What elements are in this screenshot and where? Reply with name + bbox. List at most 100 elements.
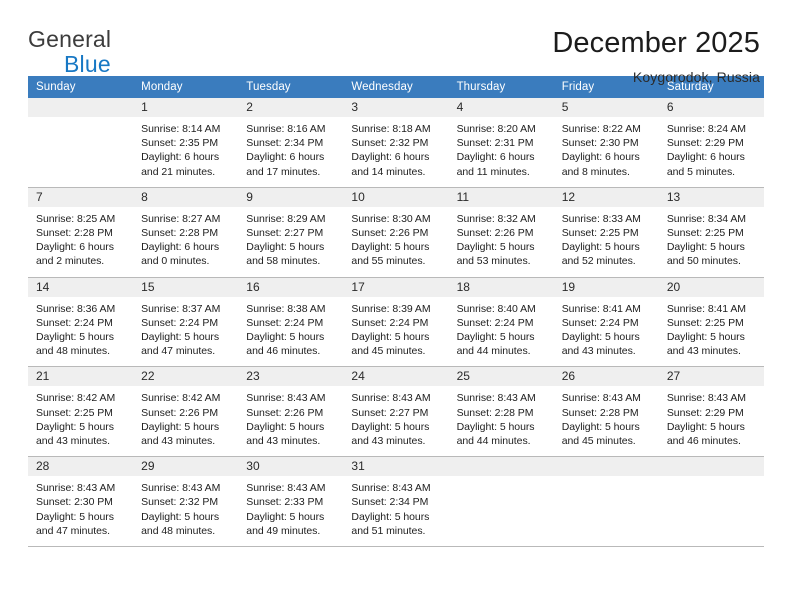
calendar-cell-day[interactable]: 21 Sunrise: 8:42 AM Sunset: 2:25 PM Dayligh…	[28, 366, 134, 458]
day-number: 1	[133, 98, 239, 117]
calendar-cell-day[interactable]: 31 Sunrise: 8:43 AM Sunset: 2:34 PM Dayligh…	[343, 456, 449, 548]
day-details: Sunrise: 8:39 AM Sunset: 2:24 PM Daylight:…	[343, 297, 448, 367]
day-details	[449, 476, 554, 544]
calendar-cell-day[interactable]: 3 Sunrise: 8:18 AM Sunset: 2:32 PM Daylight…	[343, 98, 449, 188]
day-details: Sunrise: 8:25 AM Sunset: 2:28 PM Daylight:…	[28, 207, 133, 277]
daylight-line-1: Daylight: 5 hours	[456, 331, 535, 344]
calendar-cell-day[interactable]: 30 Sunrise: 8:43 AM Sunset: 2:33 PM Dayligh…	[238, 456, 344, 548]
sunset-time: Sunset: 2:26 PM	[246, 406, 324, 419]
sunset-time: Sunset: 2:24 PM	[141, 316, 219, 329]
sunset-time: Sunset: 2:26 PM	[141, 406, 219, 419]
daylight-line-1: Daylight: 5 hours	[246, 241, 325, 254]
daylight-line-2: and 44 minutes.	[456, 345, 531, 358]
daylight-line-2: and 45 minutes.	[351, 345, 426, 358]
calendar-cell-day[interactable]: 23 Sunrise: 8:43 AM Sunset: 2:26 PM Dayligh…	[238, 366, 344, 458]
sunset-time: Sunset: 2:33 PM	[246, 496, 324, 509]
calendar-cell-day[interactable]: 8 Sunrise: 8:27 AM Sunset: 2:28 PM Daylight…	[133, 187, 239, 278]
calendar-cell-day[interactable]: 10 Sunrise: 8:30 AM Sunset: 2:26 PM Dayligh…	[343, 187, 449, 278]
calendar-cell-day[interactable]: 29 Sunrise: 8:43 AM Sunset: 2:32 PM Dayligh…	[133, 456, 239, 548]
day-number: 10	[343, 187, 449, 207]
calendar-cell-day[interactable]: 24 Sunrise: 8:43 AM Sunset: 2:27 PM Dayligh…	[343, 366, 449, 458]
general-blue-logo[interactable]: General Blue	[28, 28, 111, 76]
calendar-cell-day[interactable]: 26 Sunrise: 8:43 AM Sunset: 2:28 PM Dayligh…	[553, 366, 659, 458]
day-number: 18	[448, 277, 554, 297]
day-number: 22	[133, 367, 239, 387]
calendar-cell-day[interactable]: 15 Sunrise: 8:37 AM Sunset: 2:24 PM Dayligh…	[133, 277, 239, 368]
day-number: 28	[28, 457, 134, 477]
calendar-cell-day[interactable]: 2 Sunrise: 8:16 AM Sunset: 2:34 PM Daylight…	[238, 98, 344, 188]
calendar-cell-day[interactable]: 6 Sunrise: 8:24 AM Sunset: 2:29 PM Daylight…	[658, 98, 764, 188]
day-number: 23	[238, 367, 344, 387]
day-details: Sunrise: 8:18 AM Sunset: 2:32 PM Daylight:…	[343, 117, 448, 187]
day-number: 11	[448, 187, 554, 207]
calendar-cell-day[interactable]: 9 Sunrise: 8:29 AM Sunset: 2:27 PM Daylight…	[238, 187, 344, 278]
calendar-cell-day[interactable]: 28 Sunrise: 8:43 AM Sunset: 2:30 PM Dayligh…	[28, 456, 134, 548]
daylight-line-1: Daylight: 5 hours	[141, 420, 220, 433]
calendar-cell-day[interactable]: 13 Sunrise: 8:34 AM Sunset: 2:25 PM Dayligh…	[658, 187, 764, 278]
daylight-line-1: Daylight: 5 hours	[141, 510, 220, 523]
day-details: Sunrise: 8:43 AM Sunset: 2:27 PM Daylight:…	[343, 386, 448, 456]
daylight-line-2: and 47 minutes.	[36, 524, 110, 537]
day-details: Sunrise: 8:27 AM Sunset: 2:28 PM Daylight:…	[133, 207, 238, 277]
day-number: 16	[238, 277, 344, 297]
calendar-cell-day[interactable]: 20 Sunrise: 8:41 AM Sunset: 2:25 PM Dayligh…	[658, 277, 764, 368]
calendar-week-row: 7 Sunrise: 8:25 AM Sunset: 2:28 PM Daylight…	[28, 187, 764, 278]
day-number: 13	[658, 187, 764, 207]
sunrise-time: Sunrise: 8:14 AM	[141, 123, 221, 135]
sunrise-time: Sunrise: 8:43 AM	[666, 392, 747, 405]
daylight-line-2: and 43 minutes.	[36, 435, 110, 448]
sunrise-time: Sunrise: 8:36 AM	[36, 302, 116, 315]
day-number: 27	[658, 367, 764, 387]
sunrise-time: Sunrise: 8:18 AM	[351, 123, 431, 135]
daylight-line-1: Daylight: 5 hours	[36, 510, 114, 523]
calendar-cell-day[interactable]: 7 Sunrise: 8:25 AM Sunset: 2:28 PM Daylight…	[28, 187, 134, 278]
sunset-time: Sunset: 2:32 PM	[351, 137, 429, 150]
sunset-time: Sunset: 2:28 PM	[36, 227, 113, 240]
calendar-cell-day[interactable]: 4 Sunrise: 8:20 AM Sunset: 2:31 PM Daylight…	[448, 98, 554, 188]
weekday-header-tuesday: Tuesday	[238, 76, 344, 98]
day-details: Sunrise: 8:20 AM Sunset: 2:31 PM Daylight:…	[449, 117, 554, 187]
day-number: 7	[28, 187, 134, 207]
calendar-cell-day[interactable]: 16 Sunrise: 8:38 AM Sunset: 2:24 PM Dayligh…	[238, 277, 344, 368]
day-details: Sunrise: 8:43 AM Sunset: 2:26 PM Daylight:…	[238, 386, 343, 456]
sunrise-time: Sunrise: 8:43 AM	[561, 392, 641, 405]
daylight-line-2: and 43 minutes.	[351, 435, 426, 448]
sunset-time: Sunset: 2:24 PM	[561, 316, 639, 329]
day-number: 8	[133, 187, 239, 207]
calendar-cell-day[interactable]: 19 Sunrise: 8:41 AM Sunset: 2:24 PM Dayligh…	[553, 277, 659, 368]
daylight-line-2: and 43 minutes.	[666, 345, 741, 358]
daylight-line-2: and 17 minutes.	[246, 165, 321, 178]
daylight-line-1: Daylight: 6 hours	[36, 241, 114, 254]
sunrise-time: Sunrise: 8:39 AM	[351, 302, 431, 315]
sunset-time: Sunset: 2:25 PM	[561, 227, 639, 240]
sunset-time: Sunset: 2:28 PM	[141, 227, 219, 240]
sunset-time: Sunset: 2:25 PM	[666, 227, 744, 240]
calendar-body: 1 Sunrise: 8:14 AM Sunset: 2:35 PM Daylight…	[28, 98, 764, 548]
calendar-cell-day[interactable]: 18 Sunrise: 8:40 AM Sunset: 2:24 PM Dayligh…	[448, 277, 554, 368]
calendar-page: General Blue December 2025 Koygorodok, R…	[0, 0, 792, 612]
calendar-cell-day[interactable]: 22 Sunrise: 8:42 AM Sunset: 2:26 PM Dayligh…	[133, 366, 239, 458]
calendar-cell-day[interactable]: 25 Sunrise: 8:43 AM Sunset: 2:28 PM Dayligh…	[448, 366, 554, 458]
sunset-time: Sunset: 2:31 PM	[456, 137, 534, 150]
daylight-line-2: and 8 minutes.	[561, 165, 630, 178]
day-number: 4	[448, 98, 554, 117]
calendar-cell-day[interactable]: 17 Sunrise: 8:39 AM Sunset: 2:24 PM Dayligh…	[343, 277, 449, 368]
day-details: Sunrise: 8:30 AM Sunset: 2:26 PM Daylight:…	[343, 207, 448, 277]
sunrise-time: Sunrise: 8:29 AM	[246, 212, 326, 225]
daylight-line-1: Daylight: 5 hours	[246, 510, 325, 523]
calendar-cell-day[interactable]: 1 Sunrise: 8:14 AM Sunset: 2:35 PM Daylight…	[133, 98, 239, 188]
daylight-line-1: Daylight: 5 hours	[351, 331, 430, 344]
calendar-cell-day[interactable]: 27 Sunrise: 8:43 AM Sunset: 2:29 PM Dayligh…	[658, 366, 764, 458]
calendar-cell-day[interactable]: 14 Sunrise: 8:36 AM Sunset: 2:24 PM Dayligh…	[28, 277, 134, 368]
daylight-line-2: and 21 minutes.	[141, 165, 216, 178]
calendar-cell-day[interactable]: 11 Sunrise: 8:32 AM Sunset: 2:26 PM Dayligh…	[448, 187, 554, 278]
day-number: 19	[553, 277, 659, 297]
day-details: Sunrise: 8:43 AM Sunset: 2:33 PM Daylight:…	[238, 476, 343, 546]
daylight-line-1: Daylight: 6 hours	[246, 151, 325, 164]
daylight-line-1: Daylight: 5 hours	[456, 420, 535, 433]
logo-text-general: General	[28, 26, 112, 52]
day-details: Sunrise: 8:43 AM Sunset: 2:30 PM Daylight:…	[28, 476, 133, 546]
calendar-cell-day[interactable]: 5 Sunrise: 8:22 AM Sunset: 2:30 PM Daylight…	[553, 98, 659, 188]
weekday-header-wednesday: Wednesday	[343, 76, 449, 98]
calendar-cell-day[interactable]: 12 Sunrise: 8:33 AM Sunset: 2:25 PM Dayligh…	[553, 187, 659, 278]
